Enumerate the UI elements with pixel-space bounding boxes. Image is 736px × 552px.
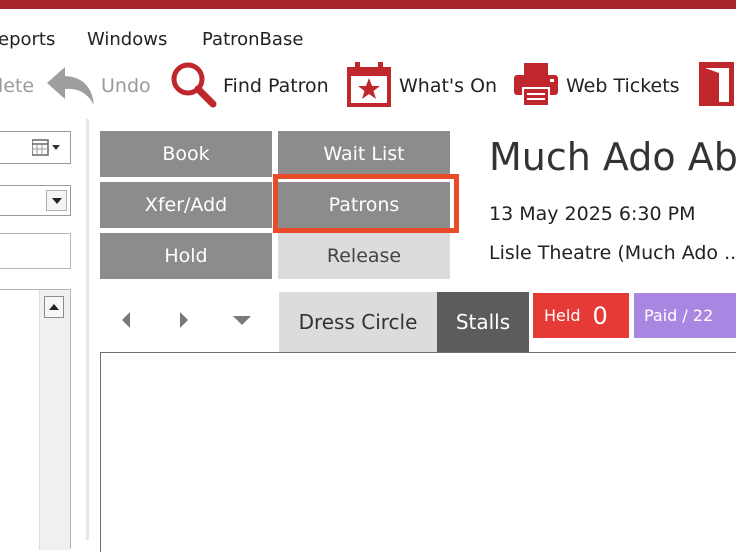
delete-label: lete	[0, 75, 35, 97]
menu-bar: eports Windows PatronBase	[0, 9, 736, 53]
nav-down-icon[interactable]	[230, 305, 254, 335]
show-venue: Lisle Theatre (Much Ado ...	[489, 242, 736, 264]
show-datetime: 13 May 2025 6:30 PM	[489, 203, 696, 225]
whats-on-label: What's On	[399, 75, 498, 97]
paid-legend: Paid / 22	[634, 293, 736, 338]
seat-map[interactable]	[100, 352, 736, 552]
performance-list[interactable]	[0, 289, 71, 550]
patrons-highlight	[273, 174, 459, 233]
held-count: 0	[592, 301, 608, 330]
book-button[interactable]: Book	[100, 131, 272, 177]
paid-label: Paid / 22	[644, 306, 714, 325]
web-tickets-label: Web Tickets	[566, 75, 680, 97]
left-panel	[0, 119, 88, 550]
find-patron-label: Find Patron	[223, 75, 329, 97]
held-label: Held	[544, 306, 581, 325]
hold-button[interactable]: Hold	[100, 233, 272, 279]
title-bar	[0, 0, 736, 9]
menu-patronbase[interactable]: PatronBase	[202, 29, 303, 50]
list-scrollbar[interactable]	[39, 290, 70, 550]
web-tickets-button[interactable]: Web Tickets	[512, 53, 680, 119]
whats-on-button[interactable]: What's On	[345, 53, 497, 119]
calendar-dropdown-icon	[31, 139, 62, 161]
xfer-add-button[interactable]: Xfer/Add	[100, 182, 272, 228]
undo-button[interactable]: Undo	[43, 53, 151, 119]
release-button[interactable]: Release	[278, 233, 450, 279]
nav-next-icon[interactable]	[174, 305, 194, 335]
nav-prev-icon[interactable]	[116, 305, 136, 335]
tab-dress-circle[interactable]: Dress Circle	[279, 292, 437, 352]
delete-button[interactable]: lete	[0, 53, 34, 119]
tab-stalls[interactable]: Stalls	[437, 292, 529, 352]
filter-combo[interactable]	[0, 185, 71, 216]
search-icon	[169, 60, 217, 112]
scroll-up-icon[interactable]	[44, 296, 64, 318]
menu-windows[interactable]: Windows	[87, 29, 167, 50]
held-legend: Held 0	[533, 293, 629, 338]
find-patron-button[interactable]: Find Patron	[169, 53, 329, 119]
calendar-star-icon	[345, 59, 393, 113]
exit-button[interactable]	[697, 53, 736, 119]
wait-list-button[interactable]: Wait List	[278, 131, 450, 177]
exit-door-icon	[697, 59, 736, 113]
search-input[interactable]	[0, 233, 71, 269]
panel-splitter[interactable]	[86, 119, 89, 540]
show-title: Much Ado Abo	[489, 135, 736, 179]
toolbar: lete Undo Find Patron What's On Web Tick…	[0, 53, 736, 119]
date-combo[interactable]	[0, 131, 71, 164]
dropdown-arrow-icon[interactable]	[46, 190, 67, 211]
undo-icon	[43, 59, 97, 113]
printer-icon	[512, 60, 560, 112]
undo-label: Undo	[101, 75, 151, 97]
menu-reports[interactable]: eports	[0, 29, 55, 50]
